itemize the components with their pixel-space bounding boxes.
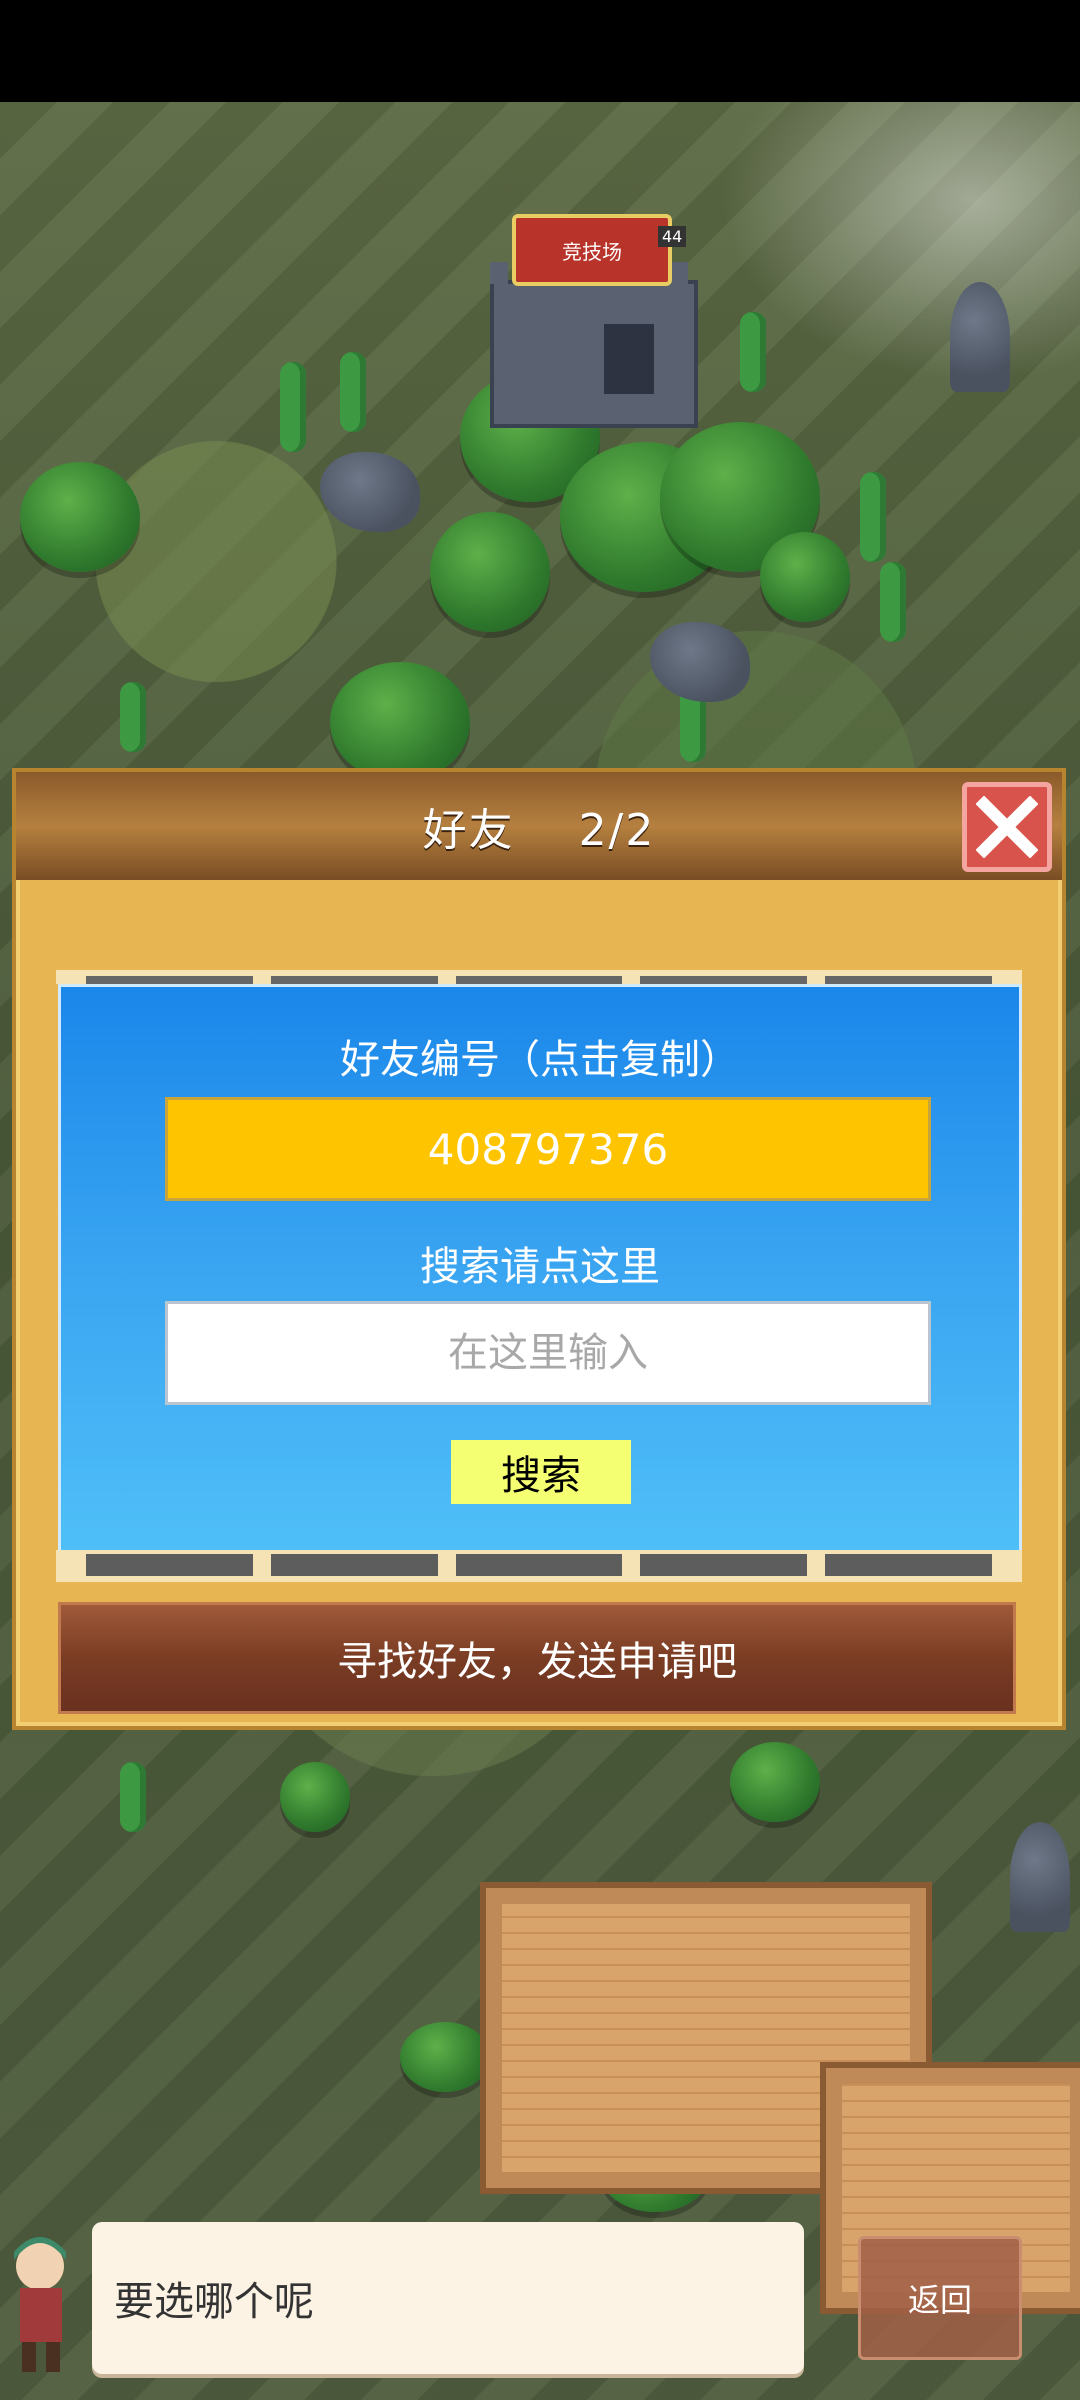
- cactus: [120, 1762, 146, 1832]
- palm-tree: [430, 512, 550, 632]
- palm-tree: [330, 662, 470, 782]
- boulder: [320, 452, 420, 532]
- arena-level-badge: 44: [658, 226, 687, 247]
- boulder: [650, 622, 750, 702]
- tab-slot[interactable]: [455, 1554, 623, 1576]
- rock-spire: [1010, 1822, 1070, 1932]
- status-bar: [0, 0, 1080, 102]
- advisor-avatar: [14, 2237, 66, 2372]
- castle-gate: [604, 324, 654, 394]
- friend-id-heading: 好友编号（点击复制）: [340, 1037, 740, 1083]
- tab-slot[interactable]: [270, 1554, 438, 1576]
- close-icon: [976, 796, 1038, 858]
- friend-id-value: 408797376: [427, 1124, 669, 1174]
- search-button[interactable]: 搜索: [451, 1440, 631, 1504]
- tab-strip-bottom: [56, 1550, 1022, 1582]
- cactus: [880, 562, 906, 642]
- close-button[interactable]: [962, 782, 1052, 872]
- tab-slot[interactable]: [270, 976, 438, 984]
- cactus: [340, 352, 366, 432]
- tab-slot[interactable]: [640, 976, 808, 984]
- cactus: [280, 362, 306, 452]
- rock-spire: [950, 282, 1010, 392]
- tab-slot[interactable]: [825, 1554, 992, 1576]
- dialog-header: 好友 2/2: [16, 772, 1062, 880]
- friend-id-copy-button[interactable]: 408797376: [165, 1097, 931, 1201]
- tab-strip-top: [56, 970, 1022, 984]
- cactus: [120, 682, 146, 752]
- find-friends-button[interactable]: 寻找好友，发送申请吧: [58, 1602, 1016, 1714]
- search-heading: 搜索请点这里: [420, 1244, 660, 1290]
- friend-code-panel: 好友编号（点击复制） 408797376 搜索请点这里 搜索: [58, 984, 1022, 1554]
- cactus: [740, 312, 766, 392]
- tab-slot[interactable]: [640, 1554, 808, 1576]
- cactus: [860, 472, 886, 562]
- tab-slot[interactable]: [825, 976, 992, 984]
- dialog-title: 好友 2/2: [423, 794, 656, 858]
- advisor-message: 要选哪个呢: [92, 2222, 804, 2374]
- friend-count: 2/2: [578, 805, 656, 856]
- arena-sign[interactable]: 竞技场: [512, 214, 672, 286]
- back-button[interactable]: 返回: [858, 2236, 1022, 2360]
- tab-slot[interactable]: [86, 1554, 253, 1576]
- tab-slot[interactable]: [86, 976, 253, 984]
- tab-slot[interactable]: [455, 976, 623, 984]
- bush: [760, 532, 850, 622]
- fog-of-war: [720, 102, 1080, 382]
- bush: [280, 1762, 350, 1832]
- dialog-title-text: 好友: [422, 805, 515, 856]
- advisor-message-text: 要选哪个呢: [114, 2279, 314, 2325]
- palm-tree: [20, 462, 140, 572]
- bush: [730, 1742, 820, 1822]
- friend-search-input[interactable]: [165, 1301, 931, 1405]
- bush: [400, 2022, 490, 2092]
- arena-castle[interactable]: [490, 262, 698, 428]
